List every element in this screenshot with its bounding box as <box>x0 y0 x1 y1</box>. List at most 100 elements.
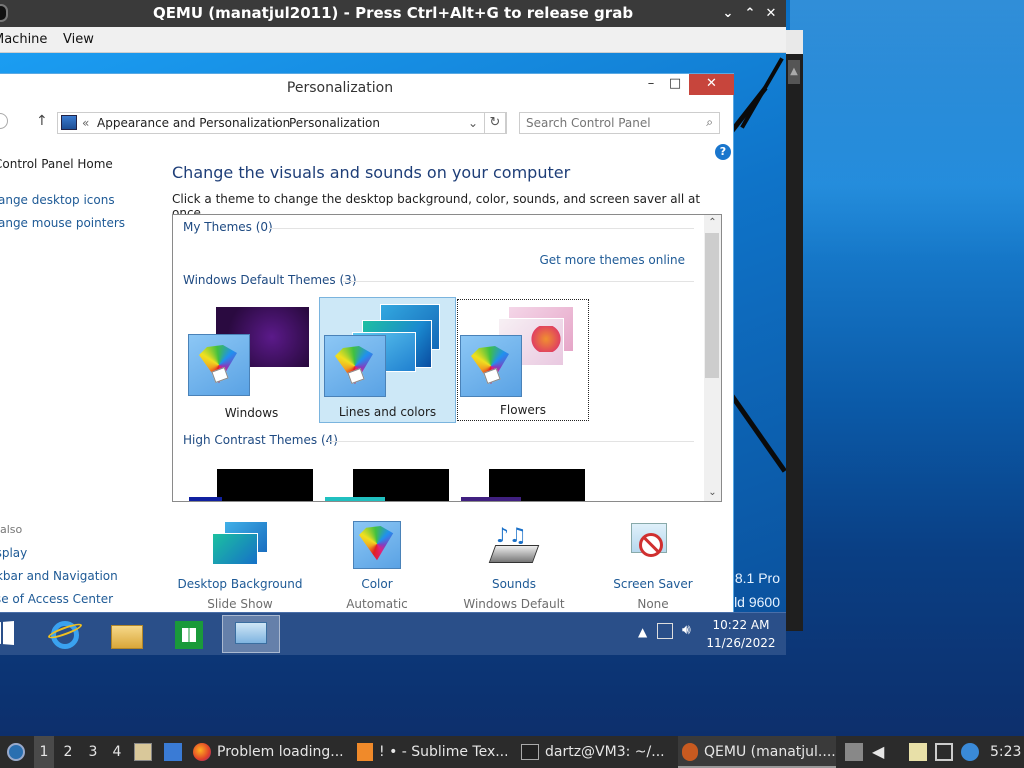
search-icon[interactable]: ⌕ <box>706 115 713 130</box>
group-high-contrast: High Contrast Themes (4) <box>183 433 338 447</box>
theme-name: Flowers <box>500 403 546 417</box>
scroll-thumb[interactable] <box>705 233 719 378</box>
clipboard-icon[interactable] <box>909 743 927 761</box>
host-scroll-up-icon[interactable]: ▲ <box>788 60 800 84</box>
theme-windows[interactable]: Windows <box>183 297 320 423</box>
start-windows-icon[interactable] <box>0 621 14 645</box>
breadcrumb[interactable]: « Appearance and Personalization › Perso… <box>57 112 507 134</box>
minimize-icon[interactable]: – <box>640 74 662 95</box>
themes-scrollbar[interactable]: ⌃ ⌄ <box>704 215 721 501</box>
theme-flowers[interactable]: Flowers <box>457 299 589 421</box>
host-menu-icon[interactable] <box>7 743 25 761</box>
guest-clock-time[interactable]: 10:22 AM <box>706 618 776 632</box>
task-sublime[interactable]: ! • - Sublime Tex... <box>357 736 507 768</box>
search-field[interactable]: ⌕ <box>519 112 720 134</box>
qemu-titlebar[interactable]: QEMU (manatjul2011) - Press Ctrl+Alt+G t… <box>0 0 786 27</box>
host-clock[interactable]: 5:23 <box>990 736 1024 768</box>
show-hidden-icons[interactable]: ▲ <box>638 625 647 639</box>
desktop-background-value: Slide Show <box>207 597 273 611</box>
volume-icon[interactable]: ◀ <box>872 743 890 761</box>
minimize-icon[interactable]: ⌄ <box>717 0 739 27</box>
color-value: Automatic <box>346 597 408 611</box>
group-default-themes: Windows Default Themes (3) <box>183 273 357 287</box>
sounds-value: Windows Default <box>463 597 565 611</box>
nav-display[interactable]: Display <box>0 546 27 560</box>
color-label[interactable]: Color <box>307 577 447 591</box>
task-qemu[interactable]: QEMU (manatjul.... <box>678 736 836 768</box>
firefox-icon <box>193 743 211 761</box>
desktop-background-label[interactable]: Desktop Background <box>170 577 310 591</box>
high-contrast-thumbnail[interactable] <box>217 469 313 501</box>
guest-clock-date[interactable]: 11/26/2022 <box>706 636 776 650</box>
search-input[interactable] <box>526 115 696 131</box>
nav-home-label: Control Panel Home <box>0 157 113 171</box>
theme-lines-and-colors[interactable]: Lines and colors <box>319 297 456 423</box>
window-titlebar[interactable]: Personalization – □ ✕ <box>0 74 734 104</box>
refresh-icon[interactable]: ↻ <box>484 112 506 134</box>
qemu-logo-icon <box>0 4 8 22</box>
task-label: QEMU (manatjul.... <box>704 744 836 760</box>
workspace-1[interactable]: 1 <box>34 736 54 768</box>
store-icon[interactable] <box>171 617 207 653</box>
nav-control-panel-home[interactable]: Control Panel Home <box>0 157 113 171</box>
volume-icon[interactable]: 🔊︎ <box>682 622 691 638</box>
nav-change-mouse-pointers[interactable]: Change mouse pointers <box>0 216 125 230</box>
task-firefox[interactable]: Problem loading... <box>193 736 348 768</box>
desktop-background-icon <box>212 521 268 567</box>
high-contrast-palette <box>461 497 521 501</box>
up-arrow-icon[interactable]: ↑ <box>36 113 48 129</box>
file-explorer-icon[interactable] <box>109 617 145 653</box>
address-bar: ↑ « Appearance and Personalization › Per… <box>0 110 733 136</box>
maximize-icon[interactable]: □ <box>664 74 686 95</box>
breadcrumb-overflow[interactable]: « <box>82 116 89 130</box>
close-icon[interactable]: ✕ <box>760 0 782 27</box>
sounds-label[interactable]: Sounds <box>444 577 584 591</box>
network-icon[interactable] <box>935 743 953 761</box>
color-item[interactable]: Color Automatic <box>307 521 447 611</box>
nav-link-label: Ease of Access Center <box>0 592 114 606</box>
menu-machine[interactable]: Machine <box>0 27 47 53</box>
nav-link-label: Display <box>0 546 28 560</box>
workspace-4[interactable]: 4 <box>107 736 127 768</box>
qemu-icon <box>682 743 698 761</box>
group-my-themes: My Themes (0) <box>183 220 273 234</box>
themes-list[interactable]: My Themes (0) Get more themes online Win… <box>172 214 722 502</box>
notification-icon[interactable] <box>961 743 979 761</box>
high-contrast-palette <box>189 497 222 501</box>
forward-icon[interactable] <box>0 113 8 129</box>
nav-ease-of-access[interactable]: Ease of Access Center <box>0 592 113 606</box>
help-icon[interactable]: ? <box>715 144 731 160</box>
show-desktop-icon[interactable] <box>164 743 182 761</box>
scroll-down-icon[interactable]: ⌄ <box>704 485 721 501</box>
nav-change-desktop-icons[interactable]: Change desktop icons <box>0 193 115 207</box>
network-icon[interactable] <box>657 623 673 639</box>
sublime-icon <box>357 743 373 761</box>
file-manager-icon[interactable] <box>134 743 152 761</box>
tray-up-icon[interactable] <box>845 743 863 761</box>
get-more-themes-link[interactable]: Get more themes online <box>539 253 685 267</box>
breadcrumb-separator[interactable]: › <box>272 116 277 130</box>
palette-icon <box>460 335 522 397</box>
nav-taskbar-navigation[interactable]: Taskbar and Navigation <box>0 569 118 583</box>
internet-explorer-icon[interactable] <box>46 617 84 653</box>
close-button[interactable]: ✕ <box>689 74 734 95</box>
wallpaper-line <box>740 57 784 129</box>
screen-saver-label[interactable]: Screen Saver <box>583 577 723 591</box>
workspace-2[interactable]: 2 <box>58 736 78 768</box>
workspace-3[interactable]: 3 <box>83 736 103 768</box>
window-title: Personalization <box>286 80 394 96</box>
breadcrumb-personalization[interactable]: Personalization <box>289 116 380 130</box>
host-taskbar: 1 2 3 4 Problem loading... ! • - Sublime… <box>0 736 1024 768</box>
control-panel-taskbar-button[interactable] <box>222 615 280 653</box>
divider <box>343 281 694 282</box>
desktop-background-item[interactable]: Desktop Background Slide Show <box>170 521 310 611</box>
breadcrumb-appearance[interactable]: Appearance and Personalization <box>97 116 290 130</box>
menu-view[interactable]: View <box>63 27 94 53</box>
sounds-item[interactable]: ♪♫ Sounds Windows Default <box>444 521 584 611</box>
task-terminal[interactable]: dartz@VM3: ~/... <box>521 736 671 768</box>
screen-saver-item[interactable]: Screen Saver None <box>583 521 723 611</box>
chevron-down-icon[interactable]: ⌄ <box>468 116 478 130</box>
maximize-icon[interactable]: ⌃ <box>739 0 761 27</box>
scroll-up-icon[interactable]: ⌃ <box>704 215 721 231</box>
palette-icon <box>188 334 250 396</box>
